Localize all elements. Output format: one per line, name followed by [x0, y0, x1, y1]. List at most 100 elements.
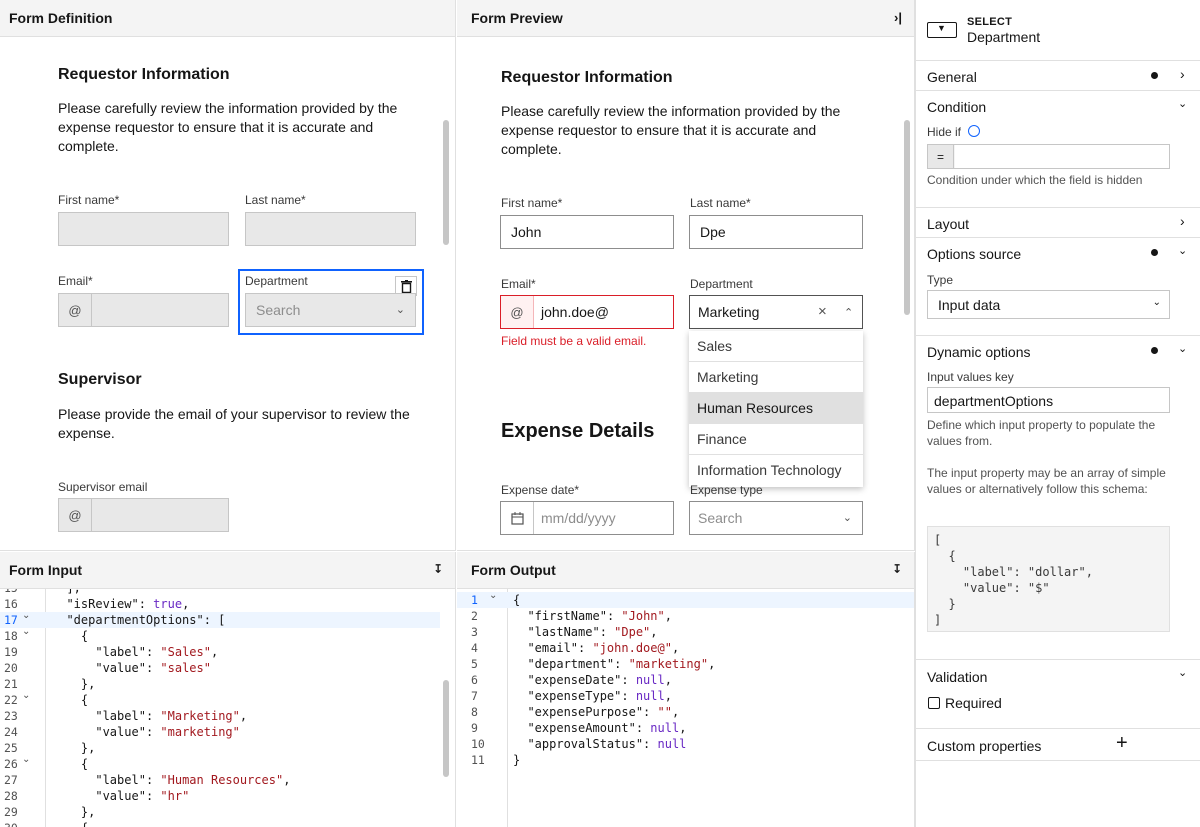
chevron-down-icon[interactable]: ⌄: [1178, 244, 1187, 257]
dropdown-option[interactable]: Finance: [689, 424, 863, 455]
first-name-label: First name*: [58, 193, 120, 207]
scrollbar[interactable]: [443, 680, 449, 777]
form-input-editor[interactable]: 15 ], 16 "isReview": true, 17 ⌄ "department…: [0, 589, 440, 827]
code-line: "department": "marketing",: [527, 657, 716, 671]
chevron-right-icon: ›: [1180, 66, 1185, 82]
input-values-key-input[interactable]: departmentOptions: [927, 387, 1170, 413]
code-line: {: [52, 693, 89, 707]
dropdown-option[interactable]: Sales: [689, 331, 863, 362]
group-condition: Condition ⌄ Hide if = Condition under wh…: [916, 91, 1200, 208]
group-general[interactable]: General ›: [916, 61, 1200, 91]
chevron-down-icon[interactable]: ⌄: [1178, 666, 1187, 679]
group-title: General: [927, 69, 977, 85]
scrollbar[interactable]: [443, 120, 449, 245]
supervisor-description: Please provide the email of your supervi…: [58, 406, 410, 441]
line-number: 29: [4, 805, 18, 819]
chevron-down-icon: ⌄: [395, 304, 405, 316]
type-select[interactable]: Input data ⌄: [927, 290, 1170, 319]
line-number: 9: [471, 721, 478, 735]
code-line: "firstName": "John",: [527, 609, 672, 623]
email-input[interactable]: @ john.doe@: [500, 295, 674, 329]
code-line: },: [52, 741, 96, 755]
group-title: Validation: [927, 669, 988, 685]
expense-type-placeholder: Search: [698, 510, 743, 526]
fold-chevron-icon[interactable]: ⌄: [22, 690, 30, 701]
fold-chevron-icon[interactable]: ⌄: [489, 590, 497, 601]
line-number: 21: [4, 677, 18, 691]
collapse-right-icon[interactable]: ›|: [894, 10, 902, 25]
form-output-panel: Form Output ↧ 1 ⌄ {2 "firstName": "John", 3…: [457, 552, 915, 827]
input-values-key-value: departmentOptions: [934, 393, 1054, 409]
email-field[interactable]: @: [58, 293, 229, 327]
line-number: 17: [4, 613, 18, 627]
department-label: Department: [245, 274, 308, 288]
line-number: 24: [4, 725, 18, 739]
schema-line: ]: [934, 613, 942, 627]
last-name-input[interactable]: Dpe: [689, 215, 863, 249]
line-number: 30: [4, 821, 38, 827]
fold-chevron-icon[interactable]: ⌄: [22, 626, 30, 637]
code-line: {: [513, 593, 521, 607]
form-output-editor[interactable]: 1 ⌄ {2 "firstName": "John", 3 "lastName": "…: [457, 589, 914, 827]
department-value: Marketing: [698, 304, 760, 320]
collapse-down-icon[interactable]: ↧: [433, 562, 443, 576]
group-layout[interactable]: Layout ›: [916, 208, 1200, 238]
line-number: 15: [4, 589, 38, 595]
department-select[interactable]: Search ⌄: [245, 293, 416, 327]
group-custom-properties: Custom properties +: [916, 729, 1200, 761]
form-input-panel: Form Input ↧ 15 ], 16 "isReview": true, 17…: [0, 552, 456, 827]
fold-chevron-icon[interactable]: ⌄: [22, 754, 30, 765]
last-name-field[interactable]: [245, 212, 416, 246]
feel-icon[interactable]: [968, 125, 980, 137]
code-line: "approvalStatus": null: [527, 737, 687, 751]
expense-type-select[interactable]: Search ⌄: [689, 501, 863, 535]
schema-line: }: [934, 597, 956, 611]
expense-date-placeholder: mm/dd/yyyy: [541, 510, 616, 526]
collapse-down-icon[interactable]: ↧: [892, 562, 902, 576]
expense-date-input[interactable]: mm/dd/yyyy: [500, 501, 674, 535]
first-name-input[interactable]: John: [500, 215, 674, 249]
first-name-value: John: [511, 224, 542, 240]
hide-if-input[interactable]: =: [927, 144, 1170, 169]
hide-if-textarea[interactable]: [955, 145, 1169, 168]
clear-icon[interactable]: ×: [818, 303, 827, 320]
code-line: {: [52, 629, 89, 643]
add-icon[interactable]: +: [1116, 732, 1128, 755]
chevron-up-icon[interactable]: ⌃: [844, 306, 853, 319]
chevron-down-icon[interactable]: ⌄: [1178, 97, 1187, 110]
line-number: 22: [4, 693, 18, 707]
required-checkbox[interactable]: [928, 697, 940, 709]
line-number: 28: [4, 789, 18, 803]
panel-title: Form Input: [9, 562, 83, 578]
first-name-field[interactable]: [58, 212, 229, 246]
scrollbar[interactable]: [904, 120, 910, 315]
schema-example: [ { "label": "dollar", "value": "$" }]: [927, 526, 1170, 632]
chevron-down-icon[interactable]: ⌄: [1178, 342, 1187, 355]
code-line: {: [52, 821, 88, 827]
dropdown-option[interactable]: Information Technology: [689, 455, 863, 486]
at-icon: @: [501, 296, 534, 328]
code-line: "expensePurpose": "",: [527, 705, 680, 719]
indicator-dot: [1151, 72, 1158, 79]
department-select[interactable]: Marketing × ⌃: [689, 295, 863, 329]
supervisor-email-field[interactable]: @: [58, 498, 229, 532]
group-title: Layout: [927, 216, 970, 232]
dropdown-option[interactable]: Marketing: [689, 362, 863, 393]
group-title: Condition: [927, 99, 987, 115]
indicator-dot: [1151, 347, 1158, 354]
line-number: 27: [4, 773, 18, 787]
fold-chevron-icon[interactable]: ⌄: [22, 610, 30, 621]
line-number: 4: [471, 641, 478, 655]
email-label: Email*: [58, 274, 93, 288]
code-line: {: [52, 757, 89, 771]
expense-date-label: Expense date*: [501, 483, 580, 497]
line-number: 7: [471, 689, 478, 703]
line-number: 18: [4, 629, 18, 643]
dropdown-option[interactable]: Human Resources: [689, 393, 863, 424]
group-validation: Validation ⌄ Required: [916, 660, 1200, 729]
code-line: },: [52, 677, 96, 691]
schema-line: [: [934, 533, 942, 547]
code-line: "email": "john.doe@",: [527, 641, 680, 655]
department-placeholder: Search: [256, 302, 301, 318]
chevron-right-icon: ›: [1180, 213, 1185, 229]
